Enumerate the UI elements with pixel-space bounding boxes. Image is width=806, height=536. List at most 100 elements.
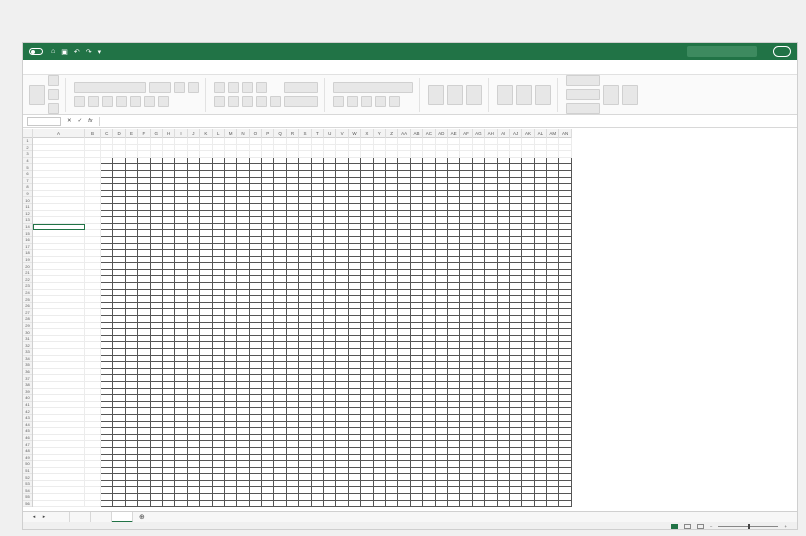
cell[interactable]: [33, 243, 85, 251]
cell[interactable]: [435, 203, 448, 211]
row-header[interactable]: 43: [23, 415, 32, 422]
cell[interactable]: [125, 329, 139, 336]
cell[interactable]: [373, 236, 386, 244]
cell[interactable]: [497, 362, 510, 369]
cell[interactable]: [534, 375, 548, 382]
cell[interactable]: [200, 250, 213, 257]
cell[interactable]: [113, 329, 126, 336]
cell[interactable]: [286, 474, 300, 481]
cell[interactable]: [138, 474, 151, 481]
cell[interactable]: [385, 349, 399, 356]
cell[interactable]: [162, 217, 176, 224]
cell[interactable]: [522, 190, 535, 198]
cell[interactable]: [361, 375, 374, 382]
cell[interactable]: [224, 342, 238, 349]
cell[interactable]: [113, 217, 126, 224]
cell[interactable]: [237, 329, 250, 336]
row-header[interactable]: 51: [23, 468, 32, 475]
cell[interactable]: [299, 250, 312, 257]
cell[interactable]: [398, 329, 411, 336]
align-center-button[interactable]: [228, 96, 239, 107]
cell[interactable]: [175, 151, 188, 158]
cell[interactable]: [509, 500, 523, 508]
column-header[interactable]: N: [237, 129, 250, 138]
cell[interactable]: [262, 243, 275, 251]
cell[interactable]: [101, 414, 114, 422]
cell[interactable]: [534, 447, 548, 455]
cell[interactable]: [138, 256, 151, 264]
cell[interactable]: [497, 388, 510, 396]
cell[interactable]: [447, 144, 461, 152]
cell[interactable]: [33, 401, 85, 409]
cell[interactable]: [472, 494, 486, 501]
cell[interactable]: [101, 322, 114, 330]
cell[interactable]: [485, 223, 498, 231]
cell[interactable]: [262, 230, 275, 237]
cell[interactable]: [175, 316, 188, 323]
cell[interactable]: [262, 461, 275, 468]
cell[interactable]: [162, 474, 176, 481]
cell[interactable]: [410, 500, 424, 508]
cell[interactable]: [497, 335, 510, 343]
cell[interactable]: [33, 269, 85, 277]
cell[interactable]: [237, 151, 250, 158]
cell[interactable]: [299, 144, 312, 152]
cell[interactable]: [460, 401, 473, 409]
cell[interactable]: [472, 184, 486, 191]
cell[interactable]: [361, 157, 374, 165]
cell[interactable]: [262, 401, 275, 409]
cell[interactable]: [113, 269, 126, 277]
cell[interactable]: [522, 447, 535, 455]
cell[interactable]: [237, 342, 250, 349]
cell[interactable]: [460, 421, 473, 429]
cell[interactable]: [559, 414, 572, 422]
cell[interactable]: [398, 381, 411, 389]
cell[interactable]: [286, 329, 300, 336]
cell[interactable]: [509, 395, 523, 402]
column-header[interactable]: P: [262, 129, 275, 138]
cell[interactable]: [435, 454, 448, 462]
row-header[interactable]: 16: [23, 237, 32, 244]
cell[interactable]: [324, 487, 337, 495]
cell[interactable]: [385, 421, 399, 429]
cell[interactable]: [249, 421, 263, 429]
cell[interactable]: [410, 217, 424, 224]
cell[interactable]: [101, 283, 114, 290]
cell[interactable]: [200, 197, 213, 204]
cell[interactable]: [373, 276, 386, 284]
cell[interactable]: [138, 243, 151, 251]
cell[interactable]: [85, 434, 101, 442]
cell[interactable]: [224, 316, 238, 323]
cell[interactable]: [348, 177, 362, 185]
cell[interactable]: [262, 296, 275, 303]
cell[interactable]: [485, 243, 498, 251]
cell[interactable]: [85, 500, 101, 508]
cell[interactable]: [373, 467, 386, 475]
cell[interactable]: [423, 296, 436, 303]
cell[interactable]: [200, 408, 213, 415]
cell[interactable]: [299, 230, 312, 237]
cell[interactable]: [361, 487, 374, 495]
cell[interactable]: [534, 401, 548, 409]
cell[interactable]: [547, 223, 560, 231]
cell[interactable]: [336, 302, 349, 310]
cell[interactable]: [361, 197, 374, 204]
cell[interactable]: [547, 256, 560, 264]
cell[interactable]: [348, 302, 362, 310]
cell[interactable]: [187, 381, 201, 389]
cell[interactable]: [101, 500, 114, 508]
cell[interactable]: [125, 421, 139, 429]
cell[interactable]: [125, 461, 139, 468]
cell[interactable]: [125, 289, 139, 297]
row-header[interactable]: 19: [23, 257, 32, 264]
cell[interactable]: [348, 401, 362, 409]
cell[interactable]: [361, 335, 374, 343]
cell[interactable]: [423, 250, 436, 257]
cell[interactable]: [361, 447, 374, 455]
cell[interactable]: [348, 269, 362, 277]
cell[interactable]: [311, 342, 325, 349]
cell[interactable]: [509, 329, 523, 336]
cell[interactable]: [237, 500, 250, 508]
cell[interactable]: [249, 441, 263, 448]
cell[interactable]: [138, 230, 151, 237]
